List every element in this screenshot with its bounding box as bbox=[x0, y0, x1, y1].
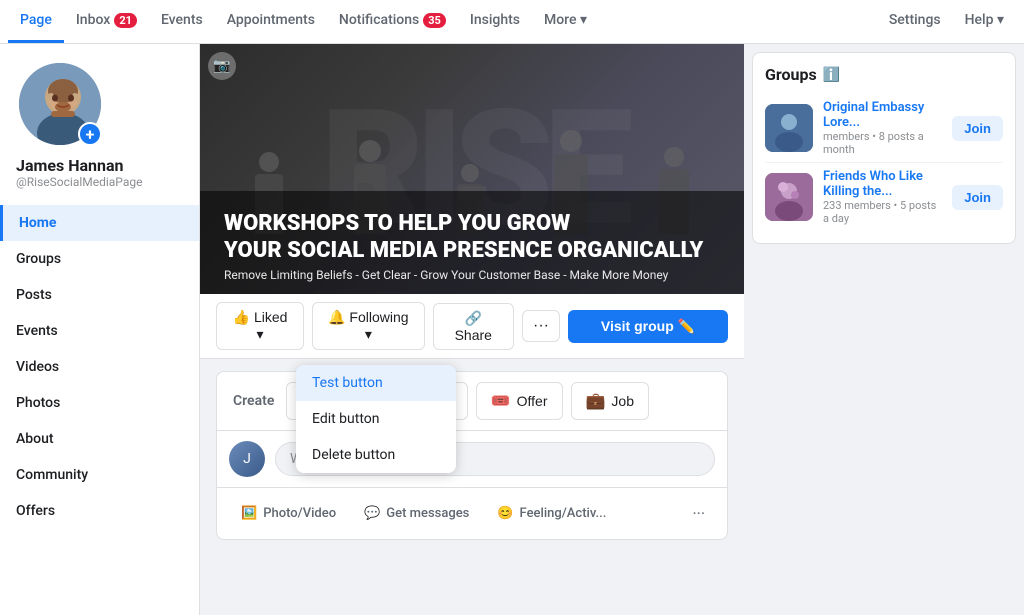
create-label: Create bbox=[229, 393, 278, 409]
post-avatar: J bbox=[229, 441, 265, 477]
nav-item-inbox[interactable]: Inbox 21 bbox=[64, 0, 149, 43]
group-image-1 bbox=[765, 104, 813, 152]
group-meta-1: members • 8 posts a month bbox=[823, 130, 942, 156]
get-messages-button[interactable]: 💬 Get messages bbox=[352, 498, 481, 529]
nav-help[interactable]: Help ▾ bbox=[953, 12, 1016, 31]
sidebar-item-community[interactable]: Community bbox=[0, 457, 199, 493]
top-nav-right: Settings Help ▾ bbox=[877, 0, 1016, 43]
more-options-button[interactable]: ··· bbox=[522, 310, 560, 342]
camera-icon[interactable]: 📷 bbox=[208, 52, 236, 80]
group-icon-1 bbox=[765, 104, 813, 152]
add-photo-button[interactable]: + bbox=[78, 122, 102, 146]
cover-title: WORKSHOPS TO HELP YOU GROWYOUR SOCIAL ME… bbox=[224, 211, 720, 264]
cover-overlay: WORKSHOPS TO HELP YOU GROWYOUR SOCIAL ME… bbox=[200, 191, 744, 294]
nav-item-notifications[interactable]: Notifications 35 bbox=[327, 0, 458, 43]
post-input-row: J Write a post... bbox=[217, 431, 727, 487]
notifications-badge: 35 bbox=[423, 13, 446, 28]
sidebar-item-groups[interactable]: Groups bbox=[0, 241, 199, 277]
sidebar-item-home[interactable]: Home bbox=[0, 205, 199, 241]
offer-icon: 🎟️ bbox=[491, 391, 511, 411]
nav-item-insights[interactable]: Insights bbox=[458, 0, 532, 43]
group-meta-2: 233 members • 5 posts a day bbox=[823, 199, 942, 225]
job-icon: 💼 bbox=[586, 391, 606, 411]
top-navigation: Page Inbox 21 Events Appointments Notifi… bbox=[0, 0, 1024, 44]
main-content: RISE bbox=[200, 44, 744, 615]
post-more-button[interactable]: ··· bbox=[682, 496, 715, 531]
sidebar-item-posts[interactable]: Posts bbox=[0, 277, 199, 313]
cover-photo: RISE bbox=[200, 44, 744, 294]
content-area: Create 🎥 Live 📅 Event 🎟️ Offer 💼 bbox=[200, 359, 744, 552]
profile-section: + James Hannan @RiseSocialMediaPage bbox=[0, 44, 199, 205]
action-bar: 👍 Liked ▾ 🔔 Following ▾ 🔗 Share ··· Visi… bbox=[200, 294, 744, 359]
groups-info-icon: ℹ️ bbox=[823, 67, 840, 83]
photo-video-button[interactable]: 🖼️ Photo/Video bbox=[229, 498, 348, 529]
dropdown-item-delete[interactable]: Delete button bbox=[296, 437, 456, 473]
group-name-1[interactable]: Original Embassy Lore... bbox=[823, 100, 942, 130]
share-button[interactable]: 🔗 Share bbox=[433, 303, 514, 350]
nav-settings[interactable]: Settings bbox=[877, 12, 953, 31]
nav-item-more[interactable]: More ▾ bbox=[532, 0, 599, 43]
groups-section: Groups ℹ️ Original Embassy Lore... membe… bbox=[752, 52, 1016, 244]
group-image-2 bbox=[765, 173, 813, 221]
photo-icon: 🖼️ bbox=[241, 506, 257, 521]
dropdown-menu: Test button Edit button Delete button bbox=[296, 365, 456, 473]
nav-item-events[interactable]: Events bbox=[149, 0, 215, 43]
nav-item-appointments[interactable]: Appointments bbox=[215, 0, 327, 43]
feeling-icon: 😊 bbox=[497, 506, 513, 521]
group-icon-2 bbox=[765, 173, 813, 221]
join-button-1[interactable]: Join bbox=[952, 116, 1003, 141]
right-sidebar: Groups ℹ️ Original Embassy Lore... membe… bbox=[744, 44, 1024, 615]
sidebar-item-offers[interactable]: Offers bbox=[0, 493, 199, 529]
dropdown-item-edit[interactable]: Edit button bbox=[296, 401, 456, 437]
profile-name: James Hannan bbox=[16, 156, 183, 175]
offer-button[interactable]: 🎟️ Offer bbox=[476, 382, 563, 420]
group-info-1: Original Embassy Lore... members • 8 pos… bbox=[823, 100, 942, 156]
join-button-2[interactable]: Join bbox=[952, 185, 1003, 210]
cover-subtitle: Remove Limiting Beliefs - Get Clear - Gr… bbox=[224, 268, 720, 282]
sidebar-item-about[interactable]: About bbox=[0, 421, 199, 457]
message-icon: 💬 bbox=[364, 506, 380, 521]
sidebar-item-photos[interactable]: Photos bbox=[0, 385, 199, 421]
profile-handle: @RiseSocialMediaPage bbox=[16, 175, 183, 189]
post-actions-row: 🖼️ Photo/Video 💬 Get messages 😊 Feeling/… bbox=[217, 487, 727, 539]
avatar-wrapper: + bbox=[16, 60, 104, 148]
main-layout: + James Hannan @RiseSocialMediaPage Home… bbox=[0, 44, 1024, 615]
dropdown-item-test[interactable]: Test button bbox=[296, 365, 456, 401]
create-tools-bar: Create 🎥 Live 📅 Event 🎟️ Offer 💼 bbox=[217, 372, 727, 431]
nav-item-page[interactable]: Page bbox=[8, 0, 64, 43]
group-name-2[interactable]: Friends Who Like Killing the... bbox=[823, 169, 942, 199]
job-button[interactable]: 💼 Job bbox=[571, 382, 650, 420]
following-button[interactable]: 🔔 Following ▾ bbox=[312, 302, 424, 350]
inbox-badge: 21 bbox=[114, 13, 137, 28]
sidebar-item-videos[interactable]: Videos bbox=[0, 349, 199, 385]
liked-button[interactable]: 👍 Liked ▾ bbox=[216, 302, 304, 350]
visit-group-button[interactable]: Visit group ✏️ bbox=[568, 310, 728, 343]
create-section: Create 🎥 Live 📅 Event 🎟️ Offer 💼 bbox=[216, 371, 728, 540]
left-sidebar: + James Hannan @RiseSocialMediaPage Home… bbox=[0, 44, 200, 615]
group-item-2: Friends Who Like Killing the... 233 memb… bbox=[765, 163, 1003, 231]
sidebar-item-events[interactable]: Events bbox=[0, 313, 199, 349]
feeling-button[interactable]: 😊 Feeling/Activ... bbox=[485, 498, 618, 529]
groups-header: Groups ℹ️ bbox=[765, 65, 1003, 84]
group-info-2: Friends Who Like Killing the... 233 memb… bbox=[823, 169, 942, 225]
group-item-1: Original Embassy Lore... members • 8 pos… bbox=[765, 94, 1003, 163]
